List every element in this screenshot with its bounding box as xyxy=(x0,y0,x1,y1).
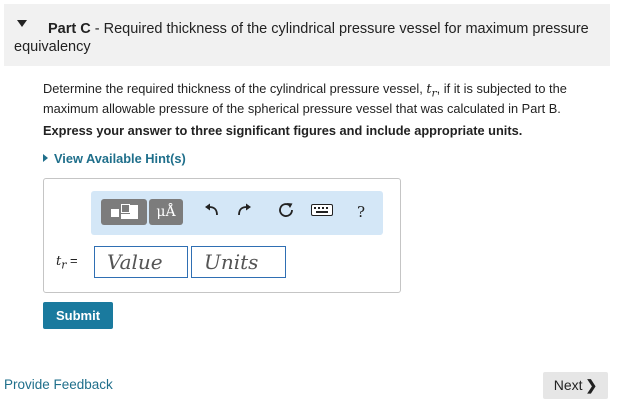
part-label: Part C xyxy=(48,21,91,37)
templates-button[interactable] xyxy=(101,199,147,225)
units-button[interactable]: μÅ xyxy=(149,199,183,225)
templates-icon xyxy=(111,209,119,217)
undo-icon[interactable] xyxy=(204,202,220,218)
next-button[interactable]: Next ❯ xyxy=(543,372,608,399)
answer-box: μÅ ? tr = xyxy=(43,178,401,293)
part-title: Part C - Required thickness of the cylin… xyxy=(14,20,604,56)
value-input[interactable] xyxy=(94,246,188,278)
question-text-before: Determine the required thickness of the … xyxy=(43,81,427,96)
redo-icon[interactable] xyxy=(236,202,252,218)
view-hints-link[interactable]: View Available Hint(s) xyxy=(43,151,186,166)
provide-feedback-link[interactable]: Provide Feedback xyxy=(4,377,113,392)
part-header[interactable]: Part C - Required thickness of the cylin… xyxy=(4,4,610,66)
answer-variable-label: tr = xyxy=(56,253,78,272)
next-label: Next xyxy=(553,377,583,393)
view-hints-label: View Available Hint(s) xyxy=(54,151,186,166)
answer-instruction: Express your answer to three significant… xyxy=(43,123,523,138)
math-toolbar: μÅ ? xyxy=(91,191,383,235)
reset-icon[interactable] xyxy=(278,202,294,218)
expand-triangle-icon xyxy=(43,154,48,162)
templates-icon-part xyxy=(121,204,130,213)
question-symbol: tr xyxy=(426,82,436,100)
equals-sign: = xyxy=(70,253,78,268)
templates-icon-part xyxy=(121,214,138,219)
answer-variable: tr xyxy=(56,254,67,272)
help-icon[interactable]: ? xyxy=(357,203,365,221)
keyboard-icon[interactable] xyxy=(311,204,333,216)
part-separator: - xyxy=(90,21,104,37)
chevron-right-icon: ❯ xyxy=(585,377,598,393)
answer-variable-subscript: r xyxy=(61,258,67,272)
submit-button[interactable]: Submit xyxy=(43,302,113,329)
question-text: Determine the required thickness of the … xyxy=(43,81,598,116)
units-input[interactable] xyxy=(191,246,286,278)
